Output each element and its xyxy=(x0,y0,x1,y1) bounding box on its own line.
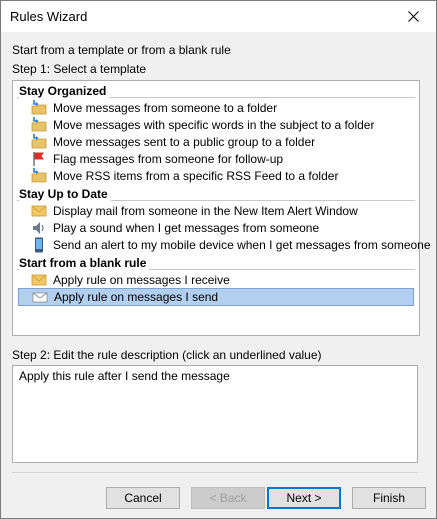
rule-description-box[interactable]: Apply this rule after I send the message xyxy=(12,365,418,463)
close-button[interactable] xyxy=(391,1,436,32)
next-button[interactable]: Next > xyxy=(267,487,341,509)
template-item[interactable]: Move messages sent to a public group to … xyxy=(18,133,414,150)
template-group-header: Stay Organized xyxy=(17,84,415,99)
template-item-label: Move messages from someone to a folder xyxy=(53,100,278,115)
template-item[interactable]: Apply rule on messages I send xyxy=(18,288,414,306)
envelope-alert-icon xyxy=(31,203,47,219)
template-item[interactable]: Move messages from someone to a folder xyxy=(18,99,414,116)
group-label: Start from a blank rule xyxy=(19,256,150,270)
template-item[interactable]: Move RSS items from a specific RSS Feed … xyxy=(18,167,414,184)
mobile-phone-icon xyxy=(31,237,47,253)
group-label: Stay Up to Date xyxy=(19,187,111,201)
template-item[interactable]: Display mail from someone in the New Ite… xyxy=(18,202,414,219)
template-item-label: Move messages sent to a public group to … xyxy=(53,134,316,149)
envelope-icon xyxy=(31,272,47,288)
window-title: Rules Wizard xyxy=(10,9,88,24)
back-button[interactable]: < Back xyxy=(191,487,265,509)
envelope-send-icon xyxy=(32,289,48,305)
template-item[interactable]: Flag messages from someone for follow-up xyxy=(18,150,414,167)
step2-label: Step 2: Edit the rule description (click… xyxy=(12,348,322,362)
template-item-label: Flag messages from someone for follow-up xyxy=(53,151,284,166)
template-item-label: Apply rule on messages I send xyxy=(54,290,219,304)
template-item-label: Display mail from someone in the New Ite… xyxy=(53,203,358,218)
folder-move-icon xyxy=(31,133,47,150)
title-bar: Rules Wizard xyxy=(1,1,436,32)
folder-move-icon xyxy=(31,116,47,133)
step1-label: Step 1: Select a template xyxy=(12,62,147,76)
template-item[interactable]: Apply rule on messages I receive xyxy=(18,271,414,288)
template-item[interactable]: Play a sound when I get messages from so… xyxy=(18,219,414,236)
rule-description-text: Apply this rule after I send the message xyxy=(19,369,230,383)
template-group-header: Stay Up to Date xyxy=(17,187,415,202)
finish-button[interactable]: Finish xyxy=(352,487,426,509)
folder-move-icon xyxy=(31,99,47,116)
red-flag-icon xyxy=(31,151,47,167)
template-list[interactable]: Stay Organized Move messages from someone… xyxy=(12,80,431,336)
speaker-icon xyxy=(31,220,47,236)
template-group-header: Start from a blank rule xyxy=(17,256,415,271)
folder-move-icon xyxy=(31,167,47,184)
template-item-label: Apply rule on messages I receive xyxy=(53,272,230,287)
intro-text: Start from a template or from a blank ru… xyxy=(12,43,231,57)
cancel-button[interactable]: Cancel xyxy=(106,487,180,509)
template-item-label: Play a sound when I get messages from so… xyxy=(53,220,320,235)
template-item-label: Move RSS items from a specific RSS Feed … xyxy=(53,168,339,183)
close-icon xyxy=(408,11,419,22)
rules-wizard-dialog: Rules Wizard Start from a template or fr… xyxy=(0,0,437,519)
template-item-label: Move messages with specific words in the… xyxy=(53,117,375,132)
template-item-label: Send an alert to my mobile device when I… xyxy=(53,237,431,252)
button-separator xyxy=(12,472,418,473)
group-label: Stay Organized xyxy=(19,84,110,98)
template-item[interactable]: Send an alert to my mobile device when I… xyxy=(18,236,431,253)
template-item[interactable]: Move messages with specific words in the… xyxy=(18,116,414,133)
